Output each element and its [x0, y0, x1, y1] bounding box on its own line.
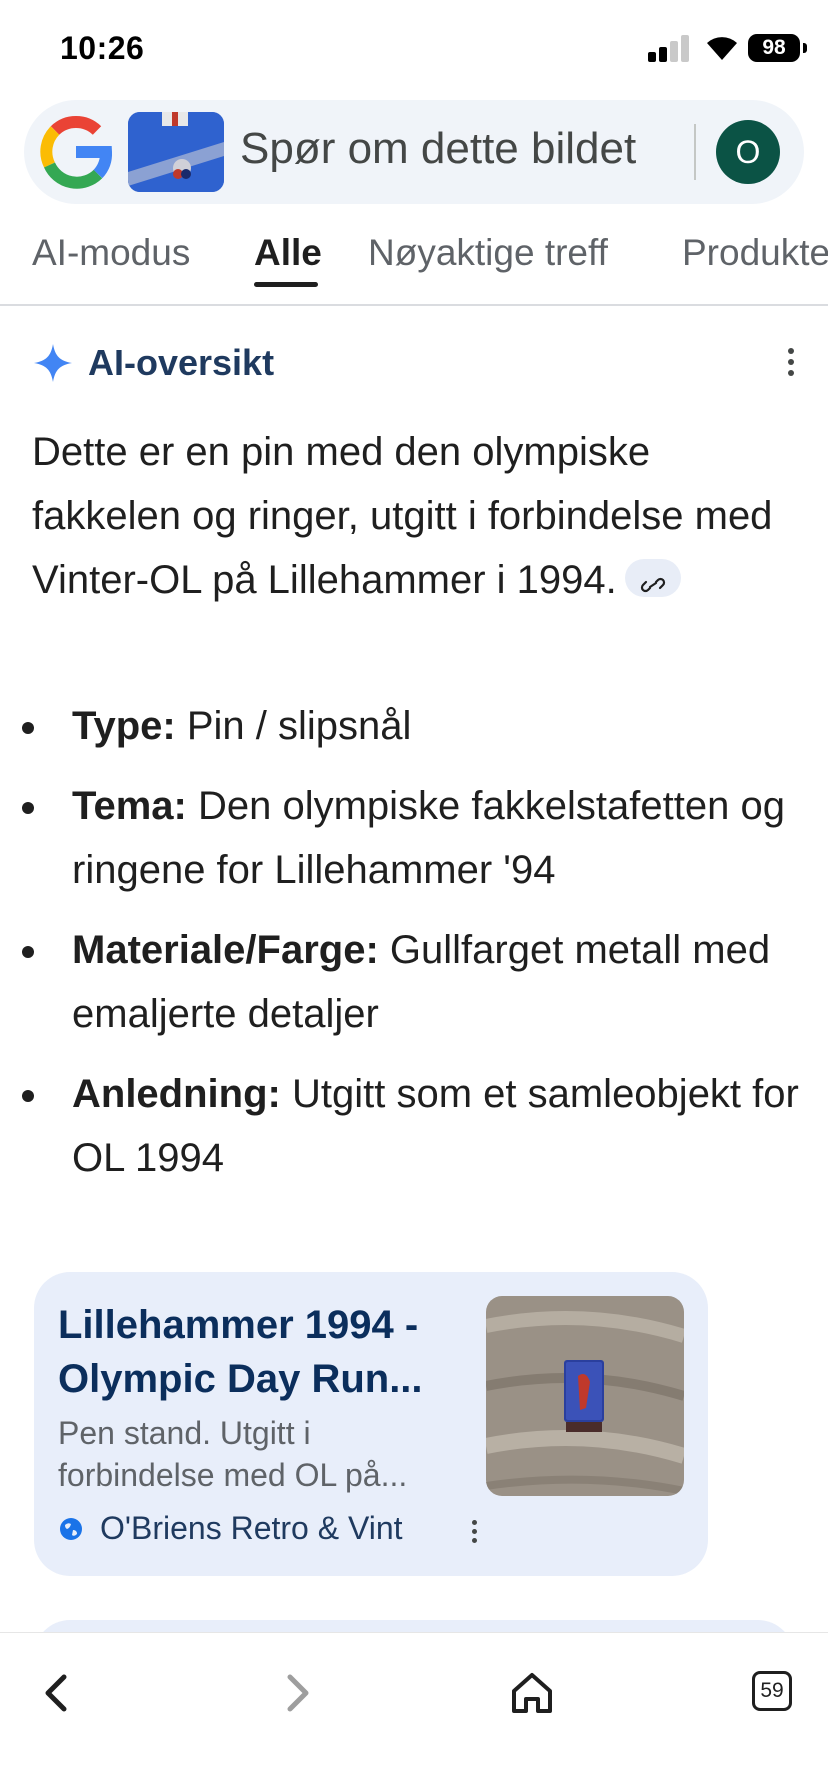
pin-photo-icon [486, 1296, 684, 1496]
status-icons: 98 [648, 32, 828, 66]
battery-tip [803, 43, 807, 53]
list-item: Materiale/Farge: Gullfarget metall med e… [0, 918, 828, 1046]
sparkle-icon [34, 344, 72, 382]
ai-overview-summary: Dette er en pin med den olympiske fakkel… [32, 420, 792, 612]
status-time: 10:26 [60, 30, 145, 66]
ai-overview-title: AI-oversikt [88, 342, 275, 383]
source-card-snippet: Pen stand. Utgitt i forbindelse med OL p… [58, 1415, 408, 1493]
bullet-label: Type: [72, 704, 176, 748]
pin-thumbnail-icon [128, 112, 224, 192]
cellular-signal-icon [648, 32, 692, 62]
list-item: Tema: Den olympiske fakkelstafetten og r… [0, 774, 828, 902]
query-image-thumbnail[interactable] [128, 112, 224, 192]
bullet-text: Pin / slipsnål [186, 704, 412, 748]
bullet-label: Anledning: [72, 1072, 281, 1116]
source-card-site: O'Briens Retro & Vint [58, 1508, 477, 1552]
source-card-title[interactable]: Lillehammer 1994 - Olympic Day Run... [58, 1298, 458, 1406]
source-card[interactable]: Lillehammer 1994 - Olympic Day Run... Pe… [34, 1272, 708, 1576]
search-bar[interactable]: Spør om dette bildet O [24, 100, 804, 204]
tab-exact-matches[interactable]: Nøyaktige treff [368, 232, 608, 274]
ai-overview-bullets: Type: Pin / slipsnål Tema: Den olympiske… [0, 694, 828, 1206]
account-avatar[interactable]: O [716, 120, 780, 184]
wifi-icon [707, 37, 737, 60]
search-divider [694, 124, 696, 180]
link-icon [640, 578, 665, 593]
home-icon[interactable] [502, 1663, 562, 1723]
tab-ai-mode[interactable]: AI-modus [32, 232, 190, 274]
source-name: O'Briens Retro & Vint [100, 1510, 403, 1546]
bullet-label: Tema: [72, 784, 187, 828]
citation-link-chip[interactable] [624, 559, 681, 598]
globe-icon [60, 1518, 82, 1540]
ai-overview-header: AI-oversikt [32, 338, 802, 388]
list-item: Type: Pin / slipsnål [0, 694, 828, 758]
more-options-icon[interactable] [786, 348, 796, 378]
active-tab-indicator [254, 282, 318, 287]
back-icon[interactable] [28, 1663, 88, 1723]
list-item: Anledning: Utgitt som et samleobjekt for… [0, 1062, 828, 1190]
status-bar: 10:26 98 [0, 0, 828, 100]
tab-switcher-button[interactable]: 59 [752, 1671, 792, 1711]
source-more-options-icon[interactable] [470, 1520, 478, 1546]
battery-icon: 98 [748, 34, 800, 62]
search-input[interactable]: Spør om dette bildet [240, 124, 636, 174]
tab-all[interactable]: Alle [254, 232, 322, 274]
bullet-label: Materiale/Farge: [72, 928, 379, 972]
bottom-nav: 59 [0, 1632, 828, 1792]
google-logo-icon[interactable] [38, 114, 114, 190]
search-tabs: AI-modus Alle Nøyaktige treff Produkter [0, 220, 828, 306]
forward-icon[interactable] [266, 1663, 326, 1723]
source-card-image[interactable] [486, 1296, 684, 1496]
tab-products[interactable]: Produkter [682, 232, 828, 274]
